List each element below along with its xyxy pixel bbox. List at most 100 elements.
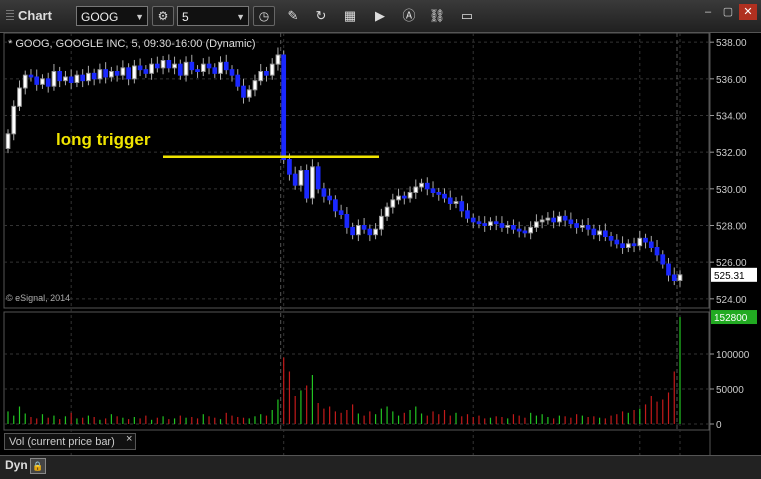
candle-body	[637, 237, 643, 247]
candle-body	[401, 195, 407, 199]
candle-body	[91, 72, 97, 80]
candle-body	[137, 65, 143, 71]
candle-body	[597, 230, 602, 236]
candle-body	[315, 166, 321, 190]
price-tick-label: 538.00	[716, 38, 747, 49]
candle-body	[160, 60, 166, 69]
price-candle	[315, 162, 321, 194]
candle-body	[367, 228, 373, 236]
candle-body	[223, 61, 229, 71]
candle-body	[241, 85, 246, 98]
time-axis-bar	[0, 455, 761, 479]
candle-body	[436, 192, 442, 195]
candle-body	[511, 225, 516, 230]
candle-body	[413, 186, 419, 193]
candle-body	[625, 243, 631, 248]
candle-body	[591, 228, 597, 236]
candle-body	[51, 71, 57, 87]
candle-body	[574, 223, 579, 228]
candle-body	[206, 63, 212, 69]
candle-body	[149, 63, 154, 74]
lock-icon[interactable]: 🔒	[30, 458, 46, 474]
candle-body	[275, 54, 281, 65]
price-tick-label: 526.00	[716, 258, 747, 269]
price-tick-label: 536.00	[716, 75, 747, 86]
candle-body	[5, 133, 11, 149]
candle-body	[378, 215, 384, 230]
candle-body	[28, 74, 34, 78]
candle-body	[40, 78, 45, 85]
candle-body	[126, 67, 131, 80]
candle-body	[562, 215, 568, 221]
last-volume-value: 152800	[714, 313, 748, 324]
candle-body	[235, 74, 241, 87]
price-tick-label: 524.00	[716, 295, 747, 306]
candle-body	[643, 237, 648, 243]
candle-body	[465, 210, 470, 219]
candle-body	[218, 61, 223, 74]
candle-body	[86, 72, 91, 82]
candle-body	[660, 254, 666, 265]
study-close-button[interactable]: ×	[126, 433, 132, 445]
candle-body	[534, 221, 539, 228]
candle-body	[114, 71, 120, 76]
candle-body	[45, 78, 51, 87]
chart-header-label: * GOOG, GOOGLE INC, 5, 09:30-16:00 (Dyna…	[8, 38, 256, 50]
candle-body	[671, 274, 677, 281]
candle-body	[195, 69, 200, 72]
candle-body	[585, 225, 591, 230]
candle-body	[470, 217, 476, 223]
candle-body	[189, 61, 195, 71]
candle-body	[17, 87, 22, 107]
candle-body	[34, 76, 40, 85]
candle-body	[459, 201, 465, 212]
candle-body	[488, 221, 493, 226]
candle-body	[229, 69, 235, 76]
volume-tick-label: 100000	[716, 350, 750, 361]
candle-body	[631, 243, 637, 247]
candle-body	[68, 76, 74, 83]
candle-body	[310, 166, 315, 199]
candle-body	[373, 228, 378, 236]
candle-body	[166, 60, 172, 69]
candle-body	[654, 247, 660, 256]
candle-body	[384, 206, 390, 217]
price-tick-label: 532.00	[716, 148, 747, 159]
candle-body	[356, 225, 361, 236]
candle-body	[476, 221, 482, 225]
price-candle	[11, 100, 17, 141]
volume-tick-label: 0	[716, 420, 722, 431]
volume-pane	[3, 311, 710, 431]
price-candle	[304, 164, 310, 203]
candle-body	[551, 217, 556, 223]
candle-body	[200, 63, 206, 72]
candle-body	[143, 69, 149, 74]
candle-body	[269, 63, 275, 76]
candle-body	[430, 188, 436, 193]
volume-study-label[interactable]: Vol (current price bar)	[4, 433, 136, 450]
candle-body	[57, 71, 63, 82]
candle-body	[620, 243, 625, 248]
price-chart[interactable]: 538.00 536.00 534.00 532.00 530.00 528.00 526.…	[0, 0, 761, 478]
candle-body	[528, 226, 534, 234]
candle-body	[568, 219, 574, 225]
candle-body	[97, 69, 103, 80]
last-price-value: 525.31	[714, 271, 745, 282]
candle-body	[212, 67, 218, 74]
candle-body	[132, 65, 137, 80]
candle-body	[327, 195, 332, 201]
dynamic-mode-label[interactable]: Dyn	[5, 458, 28, 472]
candle-body	[350, 226, 355, 236]
candle-body	[505, 225, 511, 228]
candle-body	[74, 74, 80, 83]
candle-body	[172, 63, 177, 69]
candle-body	[22, 74, 28, 89]
candle-body	[183, 61, 189, 76]
candle-body	[281, 54, 287, 160]
candle-body	[419, 182, 424, 188]
candle-body	[80, 74, 86, 82]
long-trigger-label: long trigger	[56, 130, 151, 149]
candle-body	[396, 195, 401, 201]
candle-body	[493, 221, 499, 225]
candle-body	[390, 199, 396, 208]
